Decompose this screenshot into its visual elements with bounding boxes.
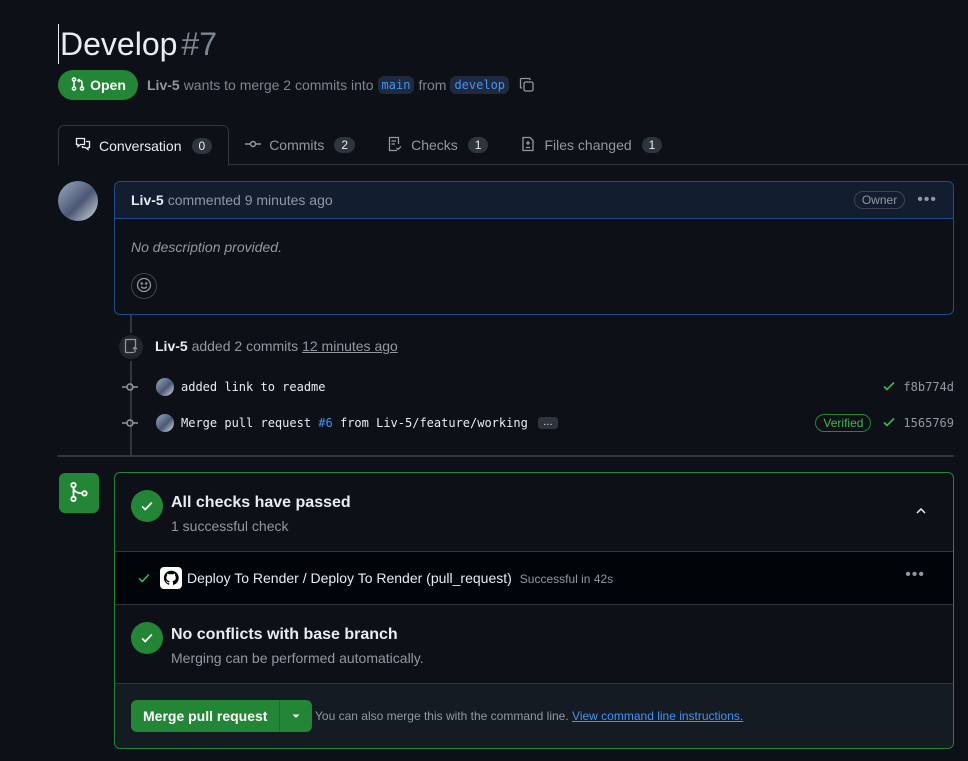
check-run-status: Successful in 42s <box>519 572 614 586</box>
commit-message-suffix[interactable]: from Liv-5/feature/working <box>340 416 528 430</box>
timeline-event: Liv-5 added 2 commits 12 minutes ago <box>155 338 398 354</box>
timeline-divider <box>58 455 954 457</box>
commit-sha-link[interactable]: 1565769 <box>903 416 954 430</box>
tab-counter: 1 <box>641 137 663 153</box>
tab-checks[interactable]: Checks 1 <box>371 125 504 165</box>
check-run-name-text[interactable]: Deploy To Render / Deploy To Render (pul… <box>187 570 512 586</box>
command-line-instructions-link[interactable]: View command line instructions. <box>572 709 743 723</box>
git-pull-request-icon <box>70 76 86 95</box>
tab-label: Commits <box>269 137 325 153</box>
check-icon[interactable] <box>881 378 897 397</box>
pr-tabs: Conversation 0 Commits 2 Checks 1 Files … <box>58 125 968 166</box>
page-title: Develop #7 <box>58 24 217 64</box>
tab-counter: 2 <box>334 137 356 153</box>
triangle-down-icon <box>291 708 301 724</box>
checks-title: All checks have passed <box>171 494 351 511</box>
check-run-name: Deploy To Render / Deploy To Render (pul… <box>187 570 613 586</box>
avatar[interactable] <box>58 181 98 221</box>
pr-meta: Liv-5 wants to merge 2 commits into main… <box>147 76 535 94</box>
tab-files-changed[interactable]: Files changed 1 <box>504 125 678 165</box>
checklist-icon <box>387 136 403 155</box>
chevron-up-icon[interactable] <box>913 503 929 522</box>
avatar[interactable] <box>156 378 174 396</box>
git-commit-icon <box>245 136 262 155</box>
owner-badge: Owner <box>853 191 906 209</box>
timeline-action: added 2 commits <box>191 338 299 354</box>
merge-button-group: Merge pull request <box>131 700 313 732</box>
timeline-author-link[interactable]: Liv-5 <box>155 338 188 354</box>
pr-merge-text: wants to merge 2 commits into <box>183 77 374 93</box>
base-branch[interactable]: main <box>377 76 415 94</box>
list-item: added link to readme f8b774d <box>120 377 954 397</box>
pr-from-text: from <box>418 77 447 93</box>
kebab-menu-icon[interactable]: ••• <box>917 191 937 209</box>
merge-pull-request-button[interactable]: Merge pull request <box>131 700 281 732</box>
tab-label: Checks <box>411 137 458 153</box>
commit-meta: Verified 1565769 <box>815 414 954 433</box>
comment-author-link[interactable]: Liv-5 <box>131 192 164 208</box>
git-merge-icon <box>68 481 90 506</box>
check-run-row[interactable]: Deploy To Render / Deploy To Render (pul… <box>115 552 953 605</box>
tab-label: Conversation <box>99 137 182 154</box>
comment-header: Liv-5 commented 9 minutes ago Owner ••• <box>115 182 953 219</box>
head-branch[interactable]: develop <box>450 76 510 94</box>
merge-status-icon-box <box>59 473 99 513</box>
comment-body: No description provided. <box>131 239 282 255</box>
check-circle-icon <box>131 490 163 522</box>
conflicts-section: No conflicts with base branch Merging ca… <box>115 605 953 684</box>
pr-state-label: Open <box>90 77 126 93</box>
conflicts-subtitle: Merging can be performed automatically. <box>171 650 424 666</box>
commit-message-prefix[interactable]: Merge pull request <box>181 416 311 430</box>
git-commit-icon <box>120 379 140 395</box>
timeline-time-link[interactable]: 12 minutes ago <box>302 338 398 354</box>
avatar[interactable] <box>156 414 174 432</box>
check-icon <box>137 571 151 588</box>
commit-message: Merge pull request #6 from Liv-5/feature… <box>181 416 528 430</box>
expand-commit-message-button[interactable]: … <box>537 417 558 429</box>
merge-hint-text: You can also merge this with the command… <box>315 709 569 723</box>
merge-options-button[interactable] <box>280 700 312 732</box>
add-reaction-button[interactable] <box>131 273 157 299</box>
kebab-menu-icon[interactable]: ••• <box>905 566 925 584</box>
tab-counter: 1 <box>467 137 489 153</box>
merge-hint: You can also merge this with the command… <box>315 709 743 723</box>
tab-conversation[interactable]: Conversation 0 <box>58 125 230 166</box>
github-logo-icon <box>160 567 182 589</box>
commit-sha-link[interactable]: f8b774d <box>903 380 954 394</box>
timeline-badge <box>117 333 145 361</box>
merge-box: All checks have passed 1 successful chec… <box>114 472 954 749</box>
tab-label: Files changed <box>544 137 632 153</box>
file-diff-icon <box>520 136 536 155</box>
repo-push-icon <box>123 338 139 357</box>
checks-subtitle: 1 successful check <box>171 518 289 534</box>
commit-meta: f8b774d <box>881 378 954 397</box>
tab-commits[interactable]: Commits 2 <box>229 125 371 165</box>
merge-footer: Merge pull request You can also merge th… <box>115 684 953 748</box>
pr-reference-link[interactable]: #6 <box>318 416 332 430</box>
verified-badge[interactable]: Verified <box>815 414 872 432</box>
comment-card: Liv-5 commented 9 minutes ago Owner ••• … <box>114 181 954 315</box>
checks-summary[interactable]: All checks have passed 1 successful chec… <box>115 473 953 552</box>
comment-discussion-icon <box>75 136 91 155</box>
pr-number: #7 <box>181 26 217 62</box>
commit-message-link[interactable]: added link to readme <box>181 380 326 394</box>
pr-author-link[interactable]: Liv-5 <box>147 77 180 93</box>
git-commit-icon <box>120 415 140 431</box>
conflicts-title: No conflicts with base branch <box>171 626 398 643</box>
smiley-icon <box>136 277 152 296</box>
list-item: Merge pull request #6 from Liv-5/feature… <box>120 413 954 433</box>
comment-action: commented 9 minutes ago <box>167 192 333 208</box>
pr-title-text: Develop <box>60 26 178 62</box>
copy-icon[interactable] <box>519 77 535 93</box>
tab-counter: 0 <box>191 137 213 154</box>
check-icon[interactable] <box>881 414 897 433</box>
check-circle-icon <box>131 622 163 654</box>
pr-state-badge: Open <box>58 70 138 100</box>
